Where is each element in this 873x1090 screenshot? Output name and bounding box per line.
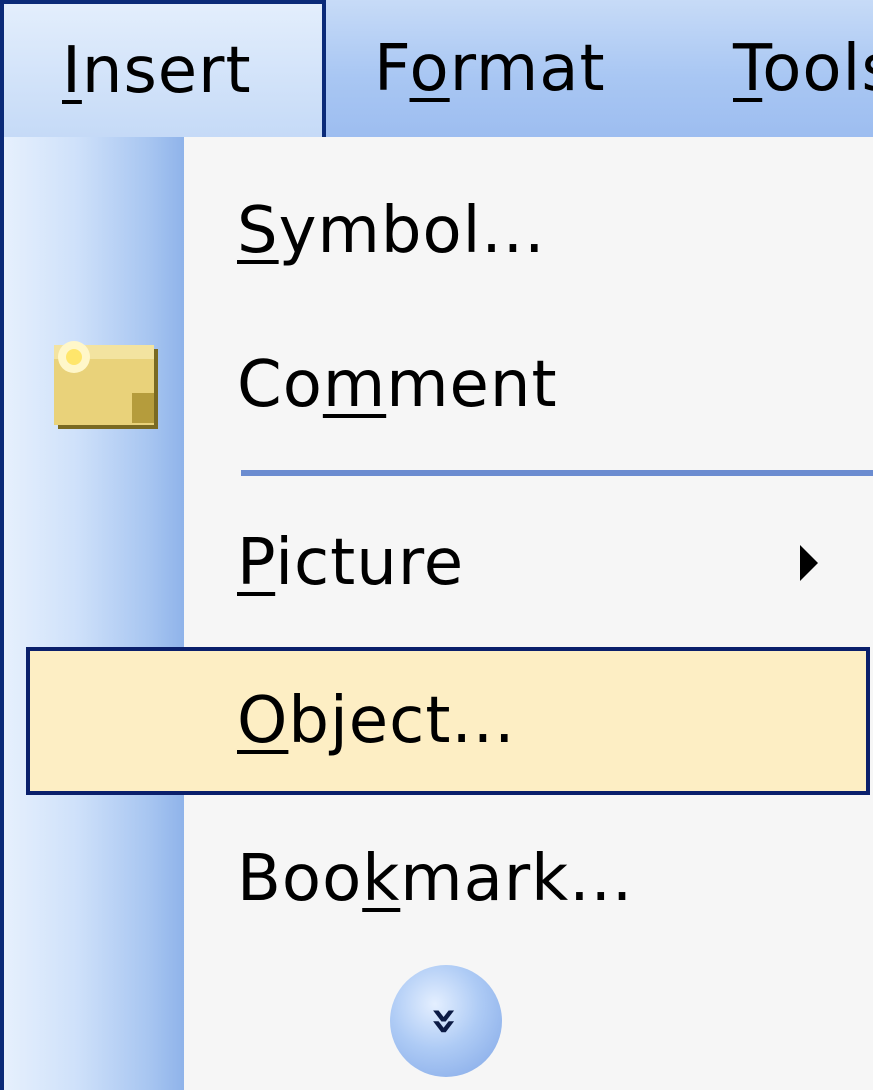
menu-format-label: Format (374, 31, 606, 106)
expand-glyph: » (419, 1006, 473, 1036)
menu-item-symbol[interactable]: Symbol... (4, 161, 873, 301)
menu-tools-label: Tools (733, 31, 873, 106)
menu-item-picture-label: Picture (237, 526, 465, 600)
menu-item-symbol-label: Symbol... (237, 194, 546, 268)
menu-item-object-label: Object... (237, 684, 516, 758)
menu-format[interactable]: Format (374, 0, 606, 137)
insert-dropdown-menu: Symbol... Comment Picture Object... Book… (0, 137, 873, 1090)
menu-separator (241, 470, 873, 476)
menu-item-picture[interactable]: Picture (4, 493, 873, 633)
menu-insert[interactable]: Insert (0, 0, 326, 137)
comment-icon (54, 341, 158, 429)
expand-menu-chevron-icon[interactable]: » (390, 965, 502, 1077)
menu-insert-label: Insert (62, 33, 252, 108)
submenu-arrow-icon (800, 545, 818, 581)
menu-item-object[interactable]: Object... (4, 651, 873, 791)
menu-bar: Insert Format Tools (0, 0, 873, 140)
menu-tools[interactable]: Tools (733, 0, 873, 137)
menu-item-comment-label: Comment (237, 348, 558, 422)
menu-item-bookmark-label: Bookmark... (237, 842, 634, 916)
menu-item-bookmark[interactable]: Bookmark... (4, 809, 873, 949)
